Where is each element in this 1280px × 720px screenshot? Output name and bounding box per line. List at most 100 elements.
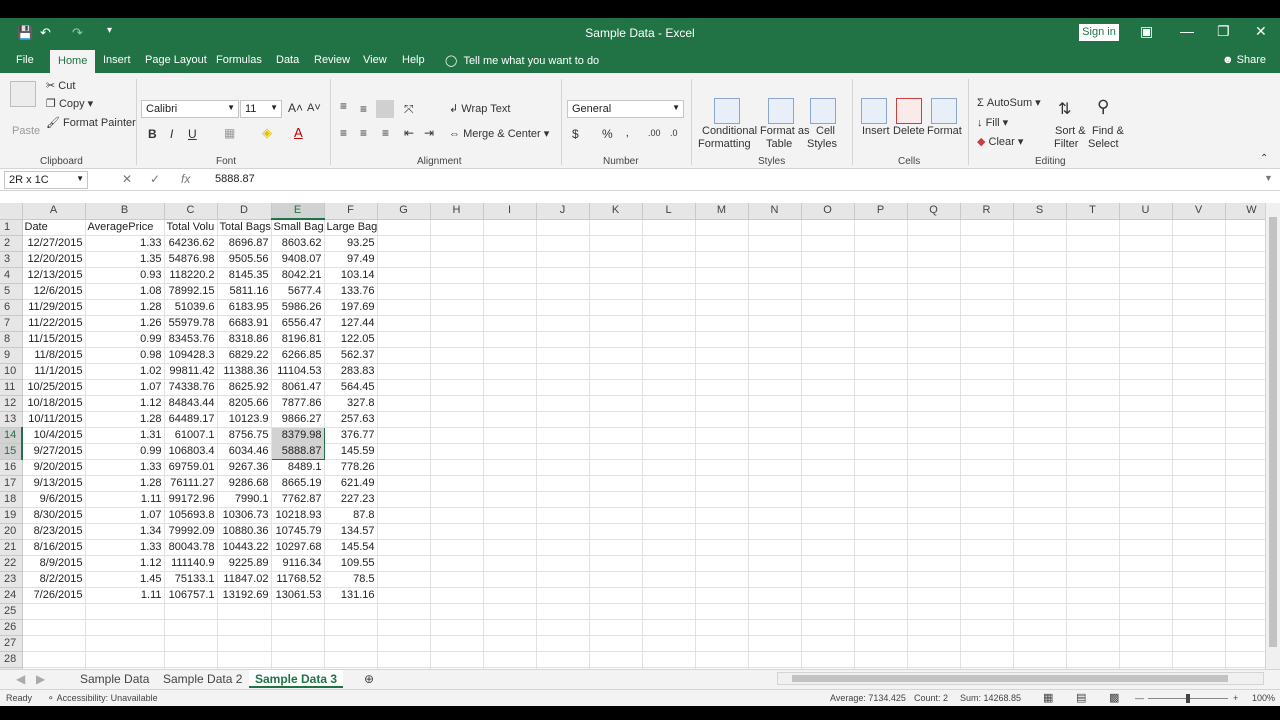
cell[interactable] (589, 523, 643, 540)
cell[interactable] (854, 539, 908, 556)
cell[interactable] (1066, 427, 1120, 444)
column-header-f[interactable]: F (324, 203, 378, 220)
horizontal-scrollbar[interactable] (777, 672, 1264, 685)
cell[interactable] (748, 251, 802, 268)
cell[interactable] (1066, 283, 1120, 300)
cell[interactable] (642, 315, 696, 332)
cell[interactable] (1172, 251, 1226, 268)
enter-icon[interactable]: ✓ (150, 172, 160, 186)
vertical-scroll-thumb[interactable] (1269, 217, 1277, 647)
cell[interactable]: 1.28 (85, 475, 165, 492)
cell[interactable] (483, 587, 537, 604)
cell[interactable]: 64489.17 (164, 411, 218, 428)
delete-cells-button[interactable]: Delete (893, 125, 925, 137)
row-header[interactable]: 27 (0, 635, 23, 652)
cell[interactable] (217, 635, 272, 652)
cell[interactable] (1119, 491, 1173, 508)
cell[interactable] (589, 587, 643, 604)
cell[interactable] (430, 331, 484, 348)
cell[interactable] (430, 427, 484, 444)
cell[interactable]: 9/6/2015 (22, 491, 86, 508)
cell[interactable] (483, 443, 537, 460)
cell[interactable] (589, 459, 643, 476)
cell[interactable] (854, 491, 908, 508)
cell[interactable] (1013, 427, 1067, 444)
cell[interactable] (483, 635, 537, 652)
borders-icon[interactable]: ▦ (224, 126, 235, 140)
cell[interactable] (1013, 491, 1067, 508)
cell[interactable]: 11/1/2015 (22, 363, 86, 380)
cell[interactable] (430, 443, 484, 460)
cell[interactable] (1119, 635, 1173, 652)
cell[interactable] (22, 651, 86, 668)
cell[interactable] (217, 651, 272, 668)
cell[interactable] (430, 507, 484, 524)
zoom-in-icon[interactable]: + (1233, 693, 1238, 703)
cell[interactable] (695, 379, 749, 396)
cell[interactable]: 562.37 (324, 347, 378, 364)
cell[interactable] (430, 219, 484, 236)
decrease-indent-icon[interactable]: ⇤ (404, 126, 414, 140)
cell[interactable] (377, 587, 431, 604)
cell[interactable] (1172, 651, 1226, 668)
cell[interactable] (960, 603, 1014, 620)
cell[interactable] (695, 283, 749, 300)
next-sheet-icon[interactable]: ▶ (36, 672, 45, 686)
cell[interactable] (430, 347, 484, 364)
cell[interactable] (589, 299, 643, 316)
cell[interactable] (642, 427, 696, 444)
cell[interactable] (1225, 603, 1265, 620)
cell[interactable] (801, 331, 855, 348)
cell[interactable]: 109.55 (324, 555, 378, 572)
cell[interactable] (854, 443, 908, 460)
cell[interactable]: 78.5 (324, 571, 378, 588)
cell[interactable] (85, 619, 165, 636)
cell[interactable] (854, 507, 908, 524)
cell[interactable]: 99811.42 (164, 363, 218, 380)
cell[interactable] (430, 267, 484, 284)
cell[interactable] (536, 539, 590, 556)
cell[interactable] (907, 395, 961, 412)
tab-home[interactable]: Home (50, 50, 96, 73)
cell[interactable] (1225, 427, 1265, 444)
cell[interactable] (430, 587, 484, 604)
cell[interactable] (695, 347, 749, 364)
cell[interactable] (642, 635, 696, 652)
cell[interactable]: 10/4/2015 (22, 427, 86, 444)
cell[interactable] (1119, 651, 1173, 668)
cell[interactable] (1119, 507, 1173, 524)
cell[interactable] (642, 283, 696, 300)
cell[interactable] (536, 347, 590, 364)
cell[interactable]: 257.63 (324, 411, 378, 428)
cell[interactable] (377, 267, 431, 284)
cell[interactable] (377, 443, 431, 460)
cell[interactable] (430, 251, 484, 268)
cell[interactable]: 145.54 (324, 539, 378, 556)
cell[interactable] (377, 507, 431, 524)
cell[interactable]: 99172.96 (164, 491, 218, 508)
paste-icon[interactable] (10, 81, 36, 107)
align-top-icon[interactable]: ≡ (340, 99, 347, 113)
cell[interactable]: Total Bags (217, 219, 272, 236)
cell[interactable] (483, 539, 537, 556)
cell[interactable] (1066, 619, 1120, 636)
cell[interactable] (748, 299, 802, 316)
cell[interactable] (1225, 315, 1265, 332)
sheet-table[interactable]: A B C D E F G H I J K L M N O P Q R S T U V W 1 Date AveragePrice… (0, 203, 1265, 669)
cell[interactable] (1119, 571, 1173, 588)
cell[interactable]: 1.12 (85, 395, 165, 412)
row-header[interactable]: 9 (0, 347, 23, 364)
cell[interactable] (1119, 603, 1173, 620)
cell[interactable] (430, 411, 484, 428)
cell[interactable]: Large Bags (324, 219, 378, 236)
cell[interactable] (164, 635, 218, 652)
cell[interactable]: 1.33 (85, 459, 165, 476)
cell[interactable] (483, 283, 537, 300)
cell[interactable] (483, 219, 537, 236)
cell[interactable]: 74338.76 (164, 379, 218, 396)
cell[interactable] (430, 491, 484, 508)
cell[interactable]: 6183.95 (217, 299, 272, 316)
row-header[interactable]: 11 (0, 379, 23, 396)
tab-review[interactable]: Review (306, 52, 358, 68)
cell[interactable] (1172, 635, 1226, 652)
